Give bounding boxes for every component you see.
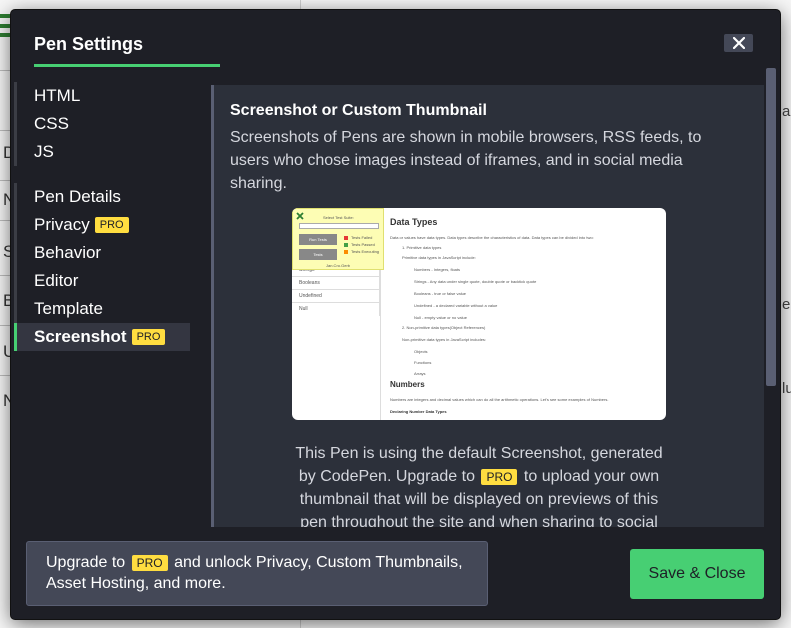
thumbnail-text: Jan.Cro.Gerb (326, 263, 351, 268)
scrollbar-thumb[interactable] (766, 68, 776, 386)
thumbnail-text: Numbers are integers and decimal values … (390, 397, 609, 402)
nav-item-label: Screenshot (34, 327, 127, 346)
thumbnail-heading: Numbers (390, 380, 425, 389)
background-text: lu (782, 380, 791, 397)
thumbnail-text: Undefined - a declared variable without … (414, 303, 498, 308)
thumbnail-nav-item: Undefined (292, 290, 379, 303)
thumbnail-select (299, 223, 379, 229)
content-scrollbar[interactable] (766, 68, 776, 537)
close-button[interactable] (724, 34, 753, 52)
pro-badge: PRO (131, 329, 166, 345)
background-accent (0, 14, 10, 18)
thumbnail-text: Tests Executing (351, 249, 380, 254)
nav-item-label: Behavior (34, 243, 102, 262)
thumbnail-text: Objects (414, 349, 428, 354)
upgrade-note: This Pen is using the default Screenshot… (291, 442, 667, 534)
nav-item-label: Pen Details (34, 187, 121, 206)
settings-nav: HTML CSS JS Pen Details Privacy PRO Behav… (14, 82, 190, 351)
modal-title: Pen Settings (34, 34, 144, 54)
thumbnail-text: Data or values have data types. Data typ… (390, 235, 594, 240)
thumbnail-legend-swatch (344, 236, 348, 240)
nav-item-label: Editor (34, 271, 79, 290)
thumbnail-tests-button: Tests (299, 249, 337, 260)
thumbnail-legend-swatch (344, 250, 348, 254)
nav-item-html[interactable]: HTML (14, 82, 190, 110)
nav-item-privacy[interactable]: Privacy PRO (14, 211, 190, 239)
thumbnail-test-panel: Select Test Suite: Run Tests Tests Tests… (292, 208, 384, 270)
thumbnail-text: Booleans - true or false value (414, 291, 467, 296)
upgrade-banner[interactable]: Upgrade to PRO and unlock Privacy, Custo… (26, 541, 488, 606)
background-accent (0, 33, 10, 37)
thumbnail-text: Functions (414, 360, 432, 365)
thumbnail-text: Tests Passed (351, 242, 375, 247)
thumbnail-nav-item: Booleans (292, 277, 379, 290)
nav-item-pen-details[interactable]: Pen Details (14, 183, 190, 211)
pro-badge: PRO (481, 469, 518, 485)
nav-gap (14, 166, 190, 183)
nav-item-label: HTML (34, 86, 81, 105)
thumbnail-legend-swatch (344, 243, 348, 247)
nav-item-editor[interactable]: Editor (14, 267, 190, 295)
close-icon (732, 37, 745, 49)
thumbnail-text: Declaring Number Data Types (390, 409, 447, 414)
section-description: Screenshots of Pens are shown in mobile … (230, 129, 702, 192)
panel-border (211, 85, 214, 537)
thumbnail-heading: Data Types (390, 217, 438, 227)
nav-item-js[interactable]: JS (14, 138, 190, 166)
nav-item-label: Template (34, 299, 103, 318)
thumbnail-text: Strings - Any data under single quote, d… (414, 279, 537, 284)
background-text: e (782, 296, 791, 313)
screenshot-thumbnail: Strings Booleans Undefined Null Select T… (292, 208, 666, 420)
nav-item-screenshot[interactable]: Screenshot PRO (14, 323, 190, 351)
thumbnail-text: Tests Failed (351, 235, 373, 240)
pro-badge: PRO (94, 217, 129, 233)
thumbnail-text: Numbers - Integers, floats (414, 267, 461, 272)
save-close-button[interactable]: Save & Close (630, 549, 764, 599)
close-icon (296, 212, 304, 220)
upgrade-text: Upgrade to (46, 554, 126, 571)
thumbnail-divider (380, 264, 381, 420)
title-underline (34, 64, 220, 67)
pro-badge: PRO (131, 555, 168, 571)
modal-footer: Upgrade to PRO and unlock Privacy, Custo… (11, 527, 780, 619)
screenshot-settings-panel: Screenshot or Custom Thumbnail Screensho… (211, 85, 764, 537)
thumbnail-text: Select Test Suite: (323, 215, 354, 220)
nav-item-label: JS (34, 142, 54, 161)
thumbnail-text: Non-primitive data types in JavaScript i… (402, 337, 487, 342)
nav-item-behavior[interactable]: Behavior (14, 239, 190, 267)
nav-item-template[interactable]: Template (14, 295, 190, 323)
background-text: a (782, 103, 791, 120)
thumbnail-text: Primitive data types in JavaScript inclu… (402, 255, 476, 260)
thumbnail-text: Arrays (414, 371, 426, 376)
thumbnail-text: 1. Primitive data types (402, 245, 442, 250)
nav-item-css[interactable]: CSS (14, 110, 190, 138)
section-title: Screenshot or Custom Thumbnail (230, 102, 487, 119)
nav-item-label: Privacy (34, 215, 90, 234)
pen-settings-modal: Pen Settings HTML CSS JS Pen Details Pri… (11, 10, 780, 619)
thumbnail-run-button: Run Tests (299, 234, 337, 245)
thumbnail-text: Null - empty value or no value (414, 315, 467, 320)
thumbnail-text: 2. Non-primitive data types(Object Refer… (402, 325, 486, 330)
background-accent (0, 24, 10, 28)
thumbnail-nav: Strings Booleans Undefined Null (292, 264, 380, 316)
nav-item-label: CSS (34, 114, 69, 133)
thumbnail-nav-item: Null (299, 306, 308, 312)
